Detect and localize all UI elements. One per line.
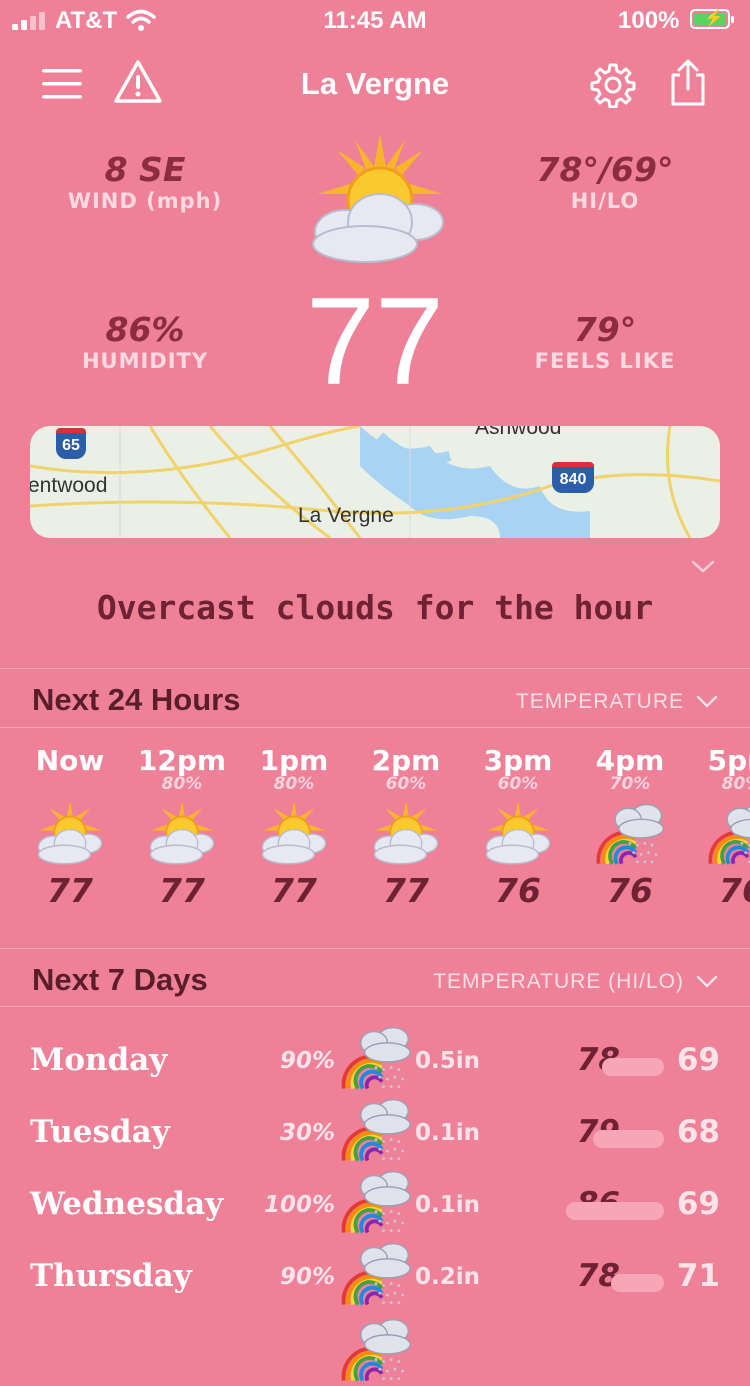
- hour-item[interactable]: 12pm 80% 77: [126, 744, 238, 911]
- rainbow-rain-icon: [338, 1166, 414, 1238]
- day-precip: 100%: [263, 1192, 335, 1218]
- current-temperature: 77: [306, 273, 444, 411]
- hour-precip: 80%: [273, 774, 315, 794]
- temperature-range-bar: [566, 1202, 664, 1220]
- battery-percent: 100%: [618, 7, 680, 34]
- hour-precip: 80%: [161, 774, 203, 794]
- day-low: 69: [676, 1186, 720, 1222]
- day-low: 69: [676, 1042, 720, 1078]
- partly-cloudy-icon: [238, 799, 350, 867]
- map-town-left: entwood: [30, 474, 108, 497]
- hourly-metric-label: TEMPERATURE: [515, 690, 684, 713]
- day-precip-amount: 0.1in: [415, 1120, 481, 1146]
- hour-temp: 76: [607, 871, 653, 910]
- hilo-value: 78°/69°: [536, 150, 674, 189]
- hour-time: 2pm: [371, 744, 441, 777]
- hourly-metric-select[interactable]: TEMPERATURE: [516, 690, 718, 714]
- hour-time: Now: [35, 744, 105, 777]
- day-low: 71: [676, 1258, 720, 1294]
- temperature-range-bar: [602, 1058, 664, 1076]
- hour-time: 12pm: [137, 744, 227, 777]
- day-name: Wednesday: [30, 1186, 224, 1222]
- day-precip: 30%: [279, 1120, 335, 1146]
- hour-precip: 80%: [721, 774, 750, 794]
- hour-item[interactable]: 3pm 60% 76: [462, 744, 574, 911]
- chevron-down-icon[interactable]: [690, 556, 716, 581]
- partly-cloudy-icon: [126, 799, 238, 867]
- hour-precip: 70%: [609, 774, 651, 794]
- hour-temp: 77: [383, 871, 429, 910]
- partly-cloudy-icon: [305, 132, 450, 281]
- share-icon[interactable]: [666, 56, 710, 108]
- divider: [0, 1006, 750, 1007]
- partly-cloudy-icon: [462, 799, 574, 867]
- map-city-label: La Vergne: [298, 504, 394, 527]
- hour-temp: 77: [159, 871, 205, 910]
- partly-cloudy-icon: [14, 799, 126, 867]
- hour-precip: 60%: [385, 774, 427, 794]
- hourly-summary: Overcast clouds for the hour: [96, 588, 654, 627]
- day-low: 68: [676, 1114, 720, 1150]
- partly-cloudy-icon: [350, 799, 462, 867]
- radar-map[interactable]: 65 840 entwood Ashwood La Vergne: [30, 426, 720, 538]
- day-precip: 90%: [279, 1048, 335, 1074]
- daily-metric-select[interactable]: TEMPERATURE (HI/LO): [433, 970, 718, 994]
- day-precip-amount: 0.1in: [415, 1192, 481, 1218]
- hour-temp: 77: [47, 871, 93, 910]
- daily-metric-label: TEMPERATURE (HI/LO): [433, 970, 684, 993]
- hour-time: 5pm: [707, 744, 750, 777]
- rainbow-rain-icon: [338, 1022, 414, 1094]
- hour-temp: 77: [271, 871, 317, 910]
- hour-item[interactable]: 1pm 80% 77: [238, 744, 350, 911]
- interstate-840-shield: 840: [552, 462, 594, 493]
- divider: [0, 727, 750, 728]
- day-precip: 90%: [279, 1264, 335, 1290]
- map-town-top: Ashwood: [475, 426, 562, 439]
- day-row[interactable]: Tuesday 30% 0.1in 79 68: [30, 1098, 720, 1166]
- day-name: Thursday: [30, 1258, 192, 1294]
- hour-precip: [14, 777, 126, 797]
- hour-temp: 76: [719, 871, 750, 910]
- hour-precip: 60%: [497, 774, 539, 794]
- status-bar: AT&T 11:45 AM 100% ⚡: [0, 0, 750, 40]
- hour-item[interactable]: 5pm 80% 76: [686, 745, 750, 910]
- hour-time: 4pm: [595, 744, 665, 777]
- day-row[interactable]: Thursday 90% 0.2in 78 71: [30, 1242, 720, 1310]
- day-row[interactable]: Wednesday 100% 0.1in 86 69: [30, 1170, 720, 1238]
- day-name: Tuesday: [30, 1114, 170, 1150]
- wind-value: 8 SE: [104, 150, 186, 189]
- rainbow-rain-icon: [338, 1238, 414, 1310]
- rainbow-rain-icon: [574, 799, 686, 867]
- hour-temp: 76: [495, 871, 541, 910]
- day-row[interactable]: Monday 90% 0.5in 78 69: [30, 1026, 720, 1094]
- day-name: Monday: [30, 1042, 168, 1078]
- battery-icon: ⚡: [690, 9, 734, 29]
- temperature-range-bar: [610, 1274, 664, 1292]
- hour-item[interactable]: Now 77: [14, 744, 126, 911]
- temperature-range-bar: [593, 1130, 664, 1148]
- divider: [0, 668, 750, 669]
- hour-item[interactable]: 2pm 60% 77: [350, 744, 462, 911]
- hilo-label: HI/LO: [570, 189, 640, 213]
- chevron-down-icon: [696, 695, 718, 708]
- daily-title: Next 7 Days: [32, 962, 208, 997]
- divider: [0, 948, 750, 949]
- rainbow-rain-icon: [338, 1314, 414, 1386]
- interstate-65-shield: 65: [56, 428, 86, 459]
- hour-item[interactable]: 4pm 70% 76: [574, 744, 686, 911]
- day-precip-amount: 0.2in: [415, 1264, 481, 1290]
- hour-time: 3pm: [483, 744, 553, 777]
- chevron-down-icon: [696, 975, 718, 988]
- wind-label: WIND (mph): [67, 189, 223, 213]
- hour-time: 1pm: [259, 744, 329, 777]
- gear-icon[interactable]: [588, 60, 638, 110]
- hourly-title: Next 24 Hours: [32, 682, 241, 717]
- rainbow-rain-icon: [686, 799, 750, 867]
- wind-stat: 8 SE WIND (mph): [35, 150, 255, 213]
- hilo-stat: 78°/69° HI/LO: [495, 150, 715, 213]
- day-precip-amount: 0.5in: [415, 1048, 481, 1074]
- rainbow-rain-icon: [338, 1094, 414, 1166]
